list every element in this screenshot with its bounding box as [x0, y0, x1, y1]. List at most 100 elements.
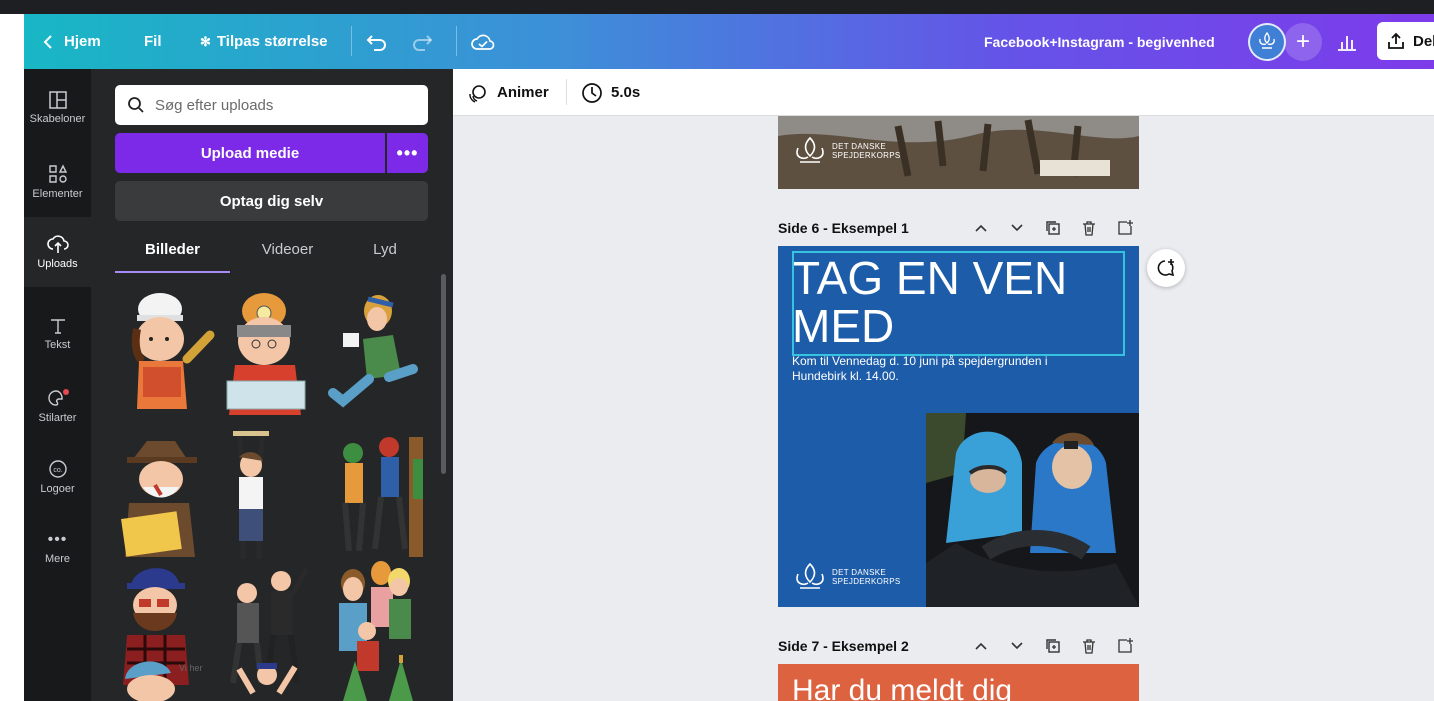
upload-image-thumbnail[interactable]	[115, 431, 215, 561]
add-page-button[interactable]	[1114, 217, 1136, 239]
trash-icon	[1083, 639, 1095, 654]
rail-item-text[interactable]: Tekst	[24, 299, 91, 369]
upload-image-thumbnail[interactable]	[323, 649, 423, 701]
animate-button[interactable]: Animer	[467, 69, 549, 116]
duration-label: 5.0s	[611, 84, 641, 101]
record-yourself-button[interactable]: Optag dig selv	[115, 181, 428, 221]
chevron-up-icon	[975, 642, 987, 650]
logo-line-2: SPEJDERKORPS	[832, 151, 901, 160]
logo-line-1: DET DANSKE	[832, 142, 886, 151]
move-page-up-button[interactable]	[970, 635, 992, 657]
add-comment-button[interactable]	[1147, 249, 1185, 287]
uploads-panel: Upload medie ••• Optag dig selv Billeder…	[91, 69, 453, 701]
template-icon	[48, 91, 67, 109]
rail-label: Tekst	[44, 339, 71, 351]
rail-item-more[interactable]: ••• Mere	[24, 513, 91, 583]
divider	[566, 79, 567, 105]
rail-label: Stilarter	[38, 412, 77, 424]
duration-button[interactable]: 5.0s	[581, 69, 640, 116]
duplicate-icon	[1046, 639, 1060, 653]
elements-icon	[48, 164, 67, 183]
share-label: Del	[1413, 32, 1434, 50]
rail-item-logos[interactable]: co. Logoer	[24, 442, 91, 512]
home-label: Hjem	[64, 33, 101, 50]
search-box[interactable]	[115, 85, 428, 125]
upload-image-thumbnail[interactable]	[323, 289, 423, 419]
svg-text:co.: co.	[53, 467, 62, 474]
tab-audio-label: Lyd	[373, 241, 397, 258]
window-top-strip	[0, 0, 1434, 14]
more-icon: •••	[47, 531, 68, 548]
cloud-upload-icon	[46, 235, 69, 253]
clock-icon	[582, 82, 602, 103]
rail-item-elements[interactable]: Elementer	[24, 147, 91, 217]
scouts-headlamp-photo	[926, 413, 1139, 607]
side-rail: Skabeloner Elementer Uploads Tekst Stila…	[24, 69, 91, 701]
scout-lily-icon	[796, 562, 824, 589]
selection-box[interactable]	[792, 251, 1125, 356]
upload-media-label: Upload medie	[200, 144, 300, 162]
home-button[interactable]: Hjem	[42, 14, 101, 69]
page-7-design[interactable]: Har du meldt dig	[778, 664, 1139, 701]
rail-label: Logoer	[40, 483, 75, 495]
page-7-headline[interactable]: Har du meldt dig	[792, 674, 1012, 701]
undo-button[interactable]	[366, 14, 388, 69]
upload-image-thumbnail[interactable]	[219, 649, 319, 701]
upload-image-thumbnail[interactable]: Vi her	[115, 649, 215, 701]
rail-label: Elementer	[32, 188, 83, 200]
comment-add-icon	[1157, 259, 1175, 277]
rail-item-styles[interactable]: Stilarter	[24, 371, 91, 441]
upload-options-button[interactable]: •••	[387, 133, 428, 173]
share-button[interactable]: Del	[1377, 22, 1434, 60]
plus-icon: +	[1295, 28, 1310, 55]
move-page-down-button[interactable]	[1006, 635, 1028, 657]
move-page-down-button[interactable]	[1006, 217, 1028, 239]
animate-icon	[469, 84, 486, 103]
duplicate-page-button[interactable]	[1042, 217, 1064, 239]
move-page-up-button[interactable]	[970, 217, 992, 239]
page-6-title[interactable]: Side 6 - Eksempel 1	[778, 220, 909, 236]
cloud-check-icon	[471, 34, 495, 50]
text-icon	[50, 319, 65, 334]
upload-image-thumbnail[interactable]	[219, 431, 319, 561]
page-6-design[interactable]: TAG EN VEN MED Kom til Vennedag d. 10 ju…	[778, 246, 1139, 607]
rail-item-uploads[interactable]: Uploads	[24, 217, 91, 287]
resize-button[interactable]: ✻ Tilpas størrelse	[200, 14, 328, 69]
document-title[interactable]: Facebook+Instagram - begivenhed	[984, 14, 1215, 69]
panel-scrollbar[interactable]	[441, 274, 446, 474]
more-dots-icon: •••	[396, 142, 419, 163]
tab-audio[interactable]: Lyd	[345, 241, 425, 273]
document-title-text: Facebook+Instagram - begivenhed	[984, 33, 1215, 50]
delete-page-button[interactable]	[1078, 635, 1100, 657]
rail-label: Mere	[44, 553, 71, 565]
tab-images[interactable]: Billeder	[115, 241, 230, 273]
file-menu[interactable]: Fil	[144, 14, 162, 69]
bar-chart-icon	[1338, 36, 1356, 51]
upload-image-thumbnail[interactable]	[323, 431, 423, 561]
undo-icon	[366, 34, 386, 51]
search-input[interactable]	[155, 96, 415, 114]
scouts-photo[interactable]	[926, 413, 1139, 607]
tab-videos[interactable]: Videoer	[230, 241, 345, 273]
avatar[interactable]	[1248, 23, 1286, 61]
divider	[456, 26, 457, 56]
upload-image-thumbnail[interactable]	[219, 289, 319, 419]
page-6-body-text[interactable]: Kom til Vennedag d. 10 juni på spejdergr…	[792, 354, 1052, 384]
top-bar: Hjem Fil ✻ Tilpas størrelse Facebook+Ins…	[24, 14, 1434, 69]
add-page-icon	[1118, 220, 1133, 235]
save-status-button[interactable]	[471, 14, 495, 69]
add-page-button[interactable]	[1114, 635, 1136, 657]
page-5-preview[interactable]: DET DANSKE SPEJDERKORPS	[778, 116, 1139, 189]
delete-page-button[interactable]	[1078, 217, 1100, 239]
trash-icon	[1083, 221, 1095, 236]
duplicate-page-button[interactable]	[1042, 635, 1064, 657]
redo-button[interactable]	[411, 14, 433, 69]
page-7-title[interactable]: Side 7 - Eksempel 2	[778, 638, 909, 654]
add-member-button[interactable]: +	[1284, 23, 1322, 61]
upload-media-button[interactable]: Upload medie	[115, 133, 385, 173]
spejderkorps-logo: DET DANSKE SPEJDERKORPS	[792, 562, 901, 592]
upload-image-thumbnail[interactable]	[115, 289, 215, 419]
insights-button[interactable]	[1328, 23, 1366, 61]
rail-item-templates[interactable]: Skabeloner	[24, 73, 91, 143]
svg-text:Vi her: Vi her	[179, 663, 202, 673]
